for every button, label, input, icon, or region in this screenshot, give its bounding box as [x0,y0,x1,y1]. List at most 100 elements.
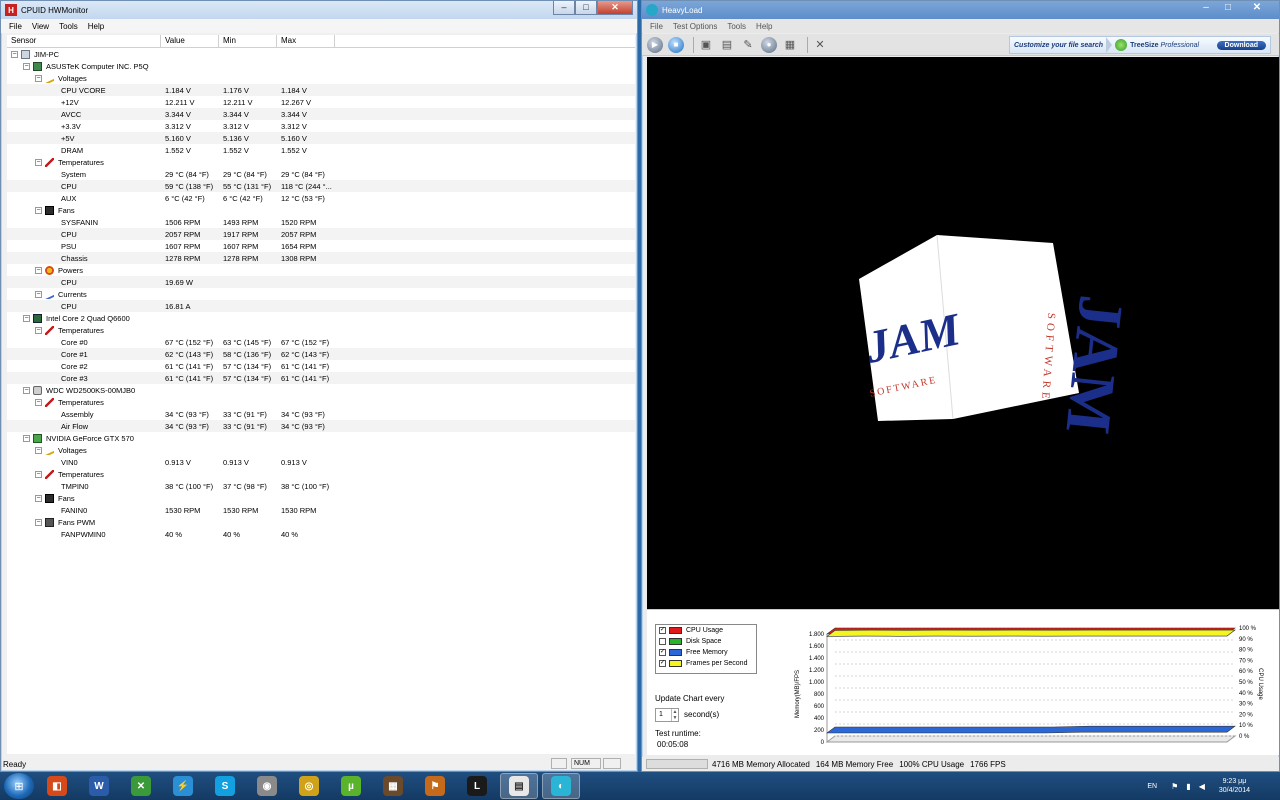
menu-tools[interactable]: Tools [727,22,746,31]
table-row[interactable]: Core #3 61 °C (141 °F) 57 °C (134 °F) 61 °C… [7,372,635,384]
menu-test-options[interactable]: Test Options [673,22,717,31]
collapse-toggle-icon[interactable]: − [35,290,42,298]
close-button[interactable]: ✕ [597,1,633,15]
minimize-button[interactable]: – [553,1,575,15]
legend-item[interactable]: ✓ Free Memory [656,647,756,658]
collapse-toggle-icon[interactable]: − [35,74,42,82]
start-icon[interactable]: ▶ [647,36,663,53]
table-row[interactable]: +3.3V 3.312 V 3.312 V 3.312 V [7,120,635,132]
input-language[interactable]: EN [1147,783,1157,790]
collapse-toggle-icon[interactable]: − [35,266,42,274]
table-row[interactable]: − Temperatures [7,156,635,168]
table-row[interactable]: CPU 16.81 A [7,300,635,312]
table-row[interactable]: DRAM 1.552 V 1.552 V 1.552 V [7,144,635,156]
table-row[interactable]: − Voltages [7,72,635,84]
menu-help[interactable]: Help [88,22,104,31]
start-button[interactable]: ⊞ [4,773,34,799]
table-row[interactable]: System 29 °C (84 °F) 29 °C (84 °F) 29 °C (8… [7,168,635,180]
table-row[interactable]: − Fans PWM [7,516,635,528]
table-row[interactable]: CPU VCORE 1.184 V 1.176 V 1.184 V [7,84,635,96]
gpu-icon[interactable]: ▦ [782,37,798,53]
utorrent-app[interactable]: µ [332,773,370,799]
table-row[interactable]: − NVIDIA GeForce GTX 570 [7,432,635,444]
treesize-ad-banner[interactable]: Customize your file search TreeSize Prof… [1009,36,1271,54]
table-row[interactable]: FANIN0 1530 RPM 1530 RPM 1530 RPM [7,504,635,516]
legend-checkbox[interactable]: ✓ [659,627,666,634]
table-row[interactable]: − Temperatures [7,324,635,336]
legend-item[interactable]: ✓ Frames per Second [656,658,756,669]
table-row[interactable]: FANPWMIN0 40 % 40 % 40 % [7,528,635,540]
collapse-toggle-icon[interactable]: − [35,446,42,454]
hwmonitor-app[interactable]: ▤ [500,773,538,799]
table-row[interactable]: − JIM-PC [7,48,635,60]
table-row[interactable]: PSU 1607 RPM 1607 RPM 1654 RPM [7,240,635,252]
collapse-toggle-icon[interactable]: − [23,386,30,394]
league-app[interactable]: L [458,773,496,799]
collapse-toggle-icon[interactable]: − [23,62,30,70]
legend-item[interactable]: Disk Space [656,636,756,647]
table-row[interactable]: − ASUSTeK Computer INC. P5Q [7,60,635,72]
network-icon[interactable]: ▮ [1186,782,1190,791]
game-app[interactable]: ▦ [374,773,412,799]
stop-icon[interactable]: ■ [668,36,684,53]
table-row[interactable]: Core #1 62 °C (143 °F) 58 °C (136 °F) 62 °C… [7,348,635,360]
table-row[interactable]: − Fans [7,204,635,216]
table-row[interactable]: Core #2 61 °C (141 °F) 57 °C (134 °F) 61 °C… [7,360,635,372]
disk-icon[interactable]: ● [761,36,777,53]
update-interval-stepper[interactable]: 1 ▲ ▼ [655,708,679,722]
xbox-app[interactable]: ✕ [122,773,160,799]
table-row[interactable]: Core #0 67 °C (152 °F) 63 °C (145 °F) 67 °C… [7,336,635,348]
table-row[interactable]: CPU 59 °C (138 °F) 55 °C (131 °F) 118 °C (2… [7,180,635,192]
heavyload-titlebar[interactable]: HeavyLoad – □ ✕ [642,1,1279,19]
chrome-app[interactable]: ◎ [290,773,328,799]
table-row[interactable]: Air Flow 34 °C (93 °F) 33 °C (91 °F) 34 °C … [7,420,635,432]
table-row[interactable]: Chassis 1278 RPM 1278 RPM 1308 RPM [7,252,635,264]
collapse-toggle-icon[interactable]: − [35,494,42,502]
table-row[interactable]: − Voltages [7,444,635,456]
word-app[interactable]: W [80,773,118,799]
legend-checkbox[interactable] [659,638,666,645]
table-row[interactable]: − Temperatures [7,396,635,408]
table-row[interactable]: VIN0 0.913 V 0.913 V 0.913 V [7,456,635,468]
column-value[interactable]: Value [161,35,219,47]
table-row[interactable]: − Intel Core 2 Quad Q6600 [7,312,635,324]
maximize-button[interactable]: □ [575,1,597,15]
sensor-tree[interactable]: − JIM-PC − ASUSTeK Computer INC. P5Q − Voltag… [7,48,635,754]
collapse-toggle-icon[interactable]: − [35,158,42,166]
table-row[interactable]: +5V 5.160 V 5.136 V 5.160 V [7,132,635,144]
hwmonitor-titlebar[interactable]: H CPUID HWMonitor – □ ✕ [1,1,637,19]
table-row[interactable]: +12V 12.211 V 12.211 V 12.267 V [7,96,635,108]
table-row[interactable]: TMPIN0 38 °C (100 °F) 37 °C (98 °F) 38 °C (… [7,480,635,492]
stepper-arrows-icon[interactable]: ▲ ▼ [671,709,678,721]
table-row[interactable]: SYSFANIN 1506 RPM 1493 RPM 1520 RPM [7,216,635,228]
collapse-toggle-icon[interactable]: − [23,434,30,442]
maximize-button[interactable]: □ [1217,1,1239,15]
menu-help[interactable]: Help [756,22,772,31]
table-row[interactable]: − Powers [7,264,635,276]
legend-item[interactable]: ✓ CPU Usage [656,625,756,636]
table-row[interactable]: CPU 19.69 W [7,276,635,288]
flag-icon[interactable]: ⚑ [1171,782,1178,791]
collapse-toggle-icon[interactable]: − [35,206,42,214]
broom-app[interactable]: ⚑ [416,773,454,799]
explorer-app[interactable]: ◧ [38,773,76,799]
column-min[interactable]: Min [219,35,277,47]
settings-tools-icon[interactable]: ✕ [812,37,828,53]
table-row[interactable]: CPU 2057 RPM 1917 RPM 2057 RPM [7,228,635,240]
table-row[interactable]: − Currents [7,288,635,300]
menu-view[interactable]: View [32,22,49,31]
download-button[interactable]: Download [1216,40,1266,50]
table-row[interactable]: AUX 6 °C (42 °F) 6 °C (42 °F) 12 °C (53 °F) [7,192,635,204]
collapse-toggle-icon[interactable]: − [23,314,30,322]
bolt-app[interactable]: ⚡ [164,773,202,799]
table-row[interactable]: − Fans [7,492,635,504]
table-row[interactable]: Assembly 34 °C (93 °F) 33 °C (91 °F) 34 °C … [7,408,635,420]
close-button[interactable]: ✕ [1239,1,1275,15]
collapse-toggle-icon[interactable]: − [35,470,42,478]
table-row[interactable]: − Temperatures [7,468,635,480]
webcam-app[interactable]: ◉ [248,773,286,799]
menu-file[interactable]: File [650,22,663,31]
minimize-button[interactable]: – [1195,1,1217,15]
table-row[interactable]: − WDC WD2500KS-00MJB0 [7,384,635,396]
collapse-toggle-icon[interactable]: − [35,326,42,334]
